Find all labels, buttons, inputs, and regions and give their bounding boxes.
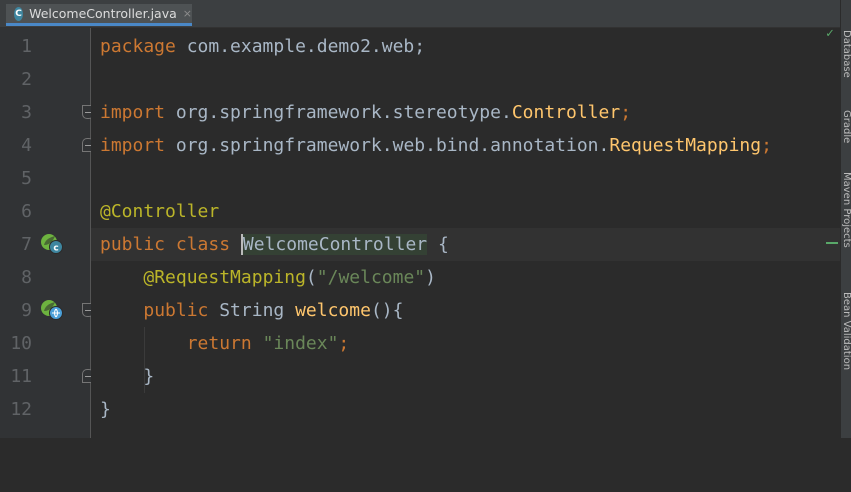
package-name: com.example.demo2.web; [175, 36, 426, 57]
editor-gutter: 1 2 3 4 5 6 7 c 8 9 10 11 12 [0, 28, 94, 438]
code-line-8[interactable]: @RequestMapping("/welcome") [91, 261, 840, 294]
semicolon: ; [338, 333, 350, 354]
svg-text:c: c [53, 244, 58, 254]
class-name-highlighted[interactable]: WelcomeController [240, 234, 428, 255]
code-editor[interactable]: package com.example.demo2.web; import or… [91, 28, 840, 438]
file-tab-welcomecontroller[interactable]: C WelcomeController.java × [6, 4, 192, 26]
code-line-6[interactable]: @Controller [91, 195, 840, 228]
file-tab-label: WelcomeController.java [29, 6, 177, 21]
import-class: Controller [511, 102, 621, 123]
semicolon: ; [620, 102, 632, 123]
gradle-tool-tab[interactable]: Gradle [841, 110, 851, 152]
type-name: String [219, 300, 296, 321]
inspection-ok-icon[interactable]: ✓ [826, 26, 834, 41]
paren: ) [425, 267, 436, 288]
right-tool-window-strip: Database Gradle Maven Projects Bean Vali… [840, 0, 851, 438]
import-path: org.springframework.stereotype. [165, 102, 512, 123]
line-number: 9 [21, 300, 32, 321]
semicolon: ; [761, 135, 772, 156]
string-literal: "index" [262, 333, 339, 354]
line-number: 4 [21, 135, 32, 156]
editor-tab-bar: C WelcomeController.java × [0, 0, 840, 28]
spring-bean-class-icon[interactable]: c [40, 233, 64, 255]
code-line-10[interactable]: return "index"; [91, 327, 840, 360]
annotation: @Controller [100, 201, 220, 222]
line-number: 12 [10, 399, 32, 420]
method-params: (){ [370, 300, 404, 321]
line-number: 10 [10, 333, 32, 354]
keyword: public [143, 300, 220, 321]
code-line-4[interactable]: import org.springframework.web.bind.anno… [91, 129, 840, 162]
keyword: return [186, 333, 263, 354]
database-tool-tab[interactable]: Database [841, 30, 851, 80]
closing-brace: } [100, 399, 111, 420]
annotation: @RequestMapping [143, 267, 306, 288]
keyword: import [100, 135, 166, 156]
line-number: 5 [21, 168, 32, 189]
keyword: package [100, 36, 176, 57]
line-number: 2 [21, 69, 32, 90]
code-line-12[interactable]: } [91, 393, 840, 426]
line-number: 7 [21, 234, 32, 255]
line-number: 1 [21, 36, 32, 57]
line-number: 11 [10, 366, 32, 387]
code-line-7[interactable]: public class WelcomeController { [91, 228, 840, 261]
paren: ( [305, 267, 317, 288]
code-line-2[interactable] [91, 63, 840, 96]
java-class-icon: C [14, 6, 24, 21]
code-line-5[interactable] [91, 162, 840, 195]
spring-request-mapping-icon[interactable] [40, 299, 64, 321]
code-line-1[interactable]: package com.example.demo2.web; [91, 30, 840, 63]
string-literal: "/welcome" [316, 267, 426, 288]
code-line-11[interactable]: } [91, 360, 840, 393]
method-name: welcome [295, 300, 371, 321]
line-number: 8 [21, 267, 32, 288]
line-number: 3 [21, 102, 32, 123]
import-class: RequestMapping [609, 135, 762, 156]
import-path: org.springframework.web.bind.annotation. [165, 135, 610, 156]
keyword: public class [100, 234, 241, 255]
line-number: 6 [21, 201, 32, 222]
keyword: import [100, 102, 166, 123]
bean-validation-tool-tab[interactable]: Bean Validation [841, 292, 851, 392]
maven-projects-tool-tab[interactable]: Maven Projects [841, 172, 851, 272]
code-line-3[interactable]: import org.springframework.stereotype.Co… [91, 96, 840, 129]
code-line-9[interactable]: public String welcome(){ [91, 294, 840, 327]
error-stripe-mark[interactable] [826, 242, 838, 244]
closing-brace: } [100, 366, 155, 387]
brace: { [427, 234, 449, 255]
close-tab-icon[interactable]: × [183, 7, 192, 20]
